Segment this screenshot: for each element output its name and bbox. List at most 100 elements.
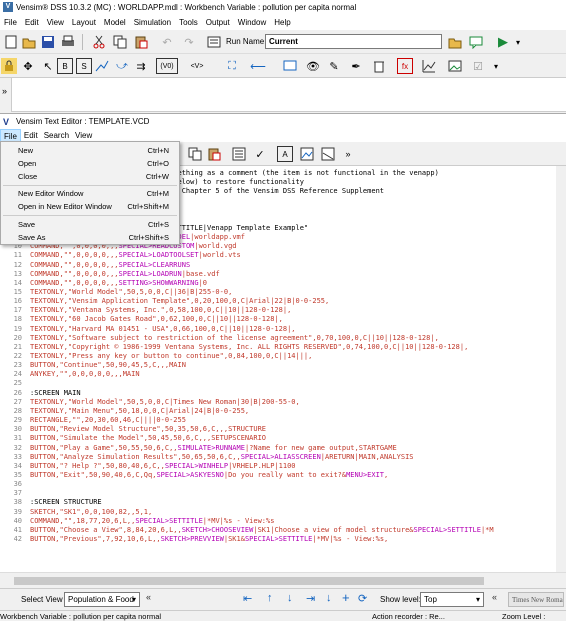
function-icon[interactable]: fx	[397, 58, 413, 74]
line-number: 38	[13, 498, 22, 507]
code-line: 31 BUTTON,"Simulate the Model",50,45,50,6…	[0, 434, 266, 443]
line-number: 11	[13, 251, 22, 260]
line-number: 18	[13, 315, 22, 324]
copy-icon[interactable]	[112, 34, 128, 50]
view-first-icon[interactable]: ⇤	[243, 592, 252, 605]
editor-more-icon[interactable]: »	[340, 146, 356, 162]
collapse-icon[interactable]: »	[2, 86, 7, 96]
code-line: 22 TEXTONLY,"Press any key or button to c…	[0, 352, 313, 361]
code-text: TEXTONLY,"Copyright © 1986-1999 Ventana …	[30, 342, 469, 351]
sketch-area[interactable]	[0, 78, 566, 112]
more-dropdown-icon[interactable]: ▾	[488, 58, 504, 74]
print-icon[interactable]	[60, 34, 76, 50]
arrow-icon[interactable]: ⤻	[114, 58, 130, 74]
box-variable-icon[interactable]: B	[57, 58, 73, 74]
rate-icon[interactable]	[94, 58, 110, 74]
delete-icon[interactable]: ⟵	[250, 58, 266, 74]
menu-item-close[interactable]: Close Ctrl+W	[1, 170, 179, 183]
main-title-bar: V Vensim® DSS 10.3.2 (MC) : WORLDAPP.mdl…	[0, 0, 566, 14]
code-text: TEXTONLY,"World Model",50,5,0,0,C|Times …	[30, 397, 300, 406]
browse-folder-icon[interactable]	[447, 34, 463, 50]
view-last-icon[interactable]: ↓	[326, 592, 332, 604]
menu-item-new-editor-window[interactable]: New Editor Window Ctrl+M	[1, 187, 179, 200]
line-number: 31	[13, 434, 22, 443]
run-dropdown-icon[interactable]: ▾	[510, 34, 526, 50]
save-icon[interactable]	[40, 34, 56, 50]
new-model-icon[interactable]	[3, 34, 19, 50]
editor-copy-icon[interactable]	[187, 146, 203, 162]
menu-file[interactable]: File	[4, 18, 17, 27]
select-view-dropdown[interactable]: Population & Food ▾	[64, 592, 140, 607]
run-name-icon[interactable]	[206, 34, 222, 50]
view-up-icon[interactable]: ↑	[267, 592, 273, 604]
menu-window[interactable]: Window	[238, 18, 266, 27]
show-level-label: Show level:	[380, 595, 421, 604]
stock-variable-icon[interactable]: S	[76, 58, 92, 74]
editor-paste-icon[interactable]	[206, 146, 222, 162]
menu-layout[interactable]: Layout	[72, 18, 96, 27]
checkbox-icon[interactable]: ☑	[470, 58, 486, 74]
undo-icon[interactable]: ↶	[159, 34, 175, 50]
lock-icon[interactable]	[1, 58, 17, 74]
vertical-scrollbar[interactable]	[556, 166, 566, 572]
move-icon[interactable]: ✥	[20, 58, 36, 74]
view-next-icon[interactable]: ⇥	[306, 592, 315, 605]
run-name-input[interactable]: Current	[265, 34, 442, 49]
editor-graph-icon[interactable]	[299, 146, 315, 162]
pointer-icon[interactable]: ↖	[40, 58, 56, 74]
sketch-toolbar: ✥ ↖ B S ⤻ ⇉ (V0) <V> ⛶ ⟵ 👁 ✎ ✒ fx ☑ ▾	[0, 54, 566, 78]
menu-simulation[interactable]: Simulation	[134, 18, 171, 27]
code-text: COMMAND,"",0,0,0,0,,,SPECIAL>LOADRUN|bas…	[30, 269, 220, 278]
code-text: :SCREEN MAIN	[30, 388, 81, 397]
rename-view-icon[interactable]: ⟳	[358, 592, 367, 605]
horizontal-scroll-thumb[interactable]	[14, 577, 484, 585]
menu-help[interactable]: Help	[274, 18, 290, 27]
main-toolbar: ↶ ↷ Run Name: Current ▶ ▾	[0, 30, 566, 54]
menu-item-new[interactable]: New Ctrl+N	[1, 144, 179, 157]
flow-icon[interactable]: ⇉	[133, 58, 149, 74]
menu-item-open[interactable]: Open Ctrl+O	[1, 157, 179, 170]
menu-tools[interactable]: Tools	[179, 18, 198, 27]
run-simulation-icon[interactable]: ▶	[495, 34, 511, 50]
view-down-icon[interactable]: ↓	[287, 592, 293, 604]
line-number: 22	[13, 352, 22, 360]
edit-pen-icon[interactable]: ✎	[326, 58, 342, 74]
status-zoom: Zoom Level :	[502, 612, 546, 621]
menu-item-save-as[interactable]: Save As Ctrl+Shift+S	[1, 231, 179, 244]
menu-edit[interactable]: Edit	[25, 18, 39, 27]
view-icon[interactable]: 👁	[305, 58, 321, 74]
input-output-icon[interactable]: <V>	[186, 58, 208, 74]
add-view-icon[interactable]: +	[342, 590, 350, 605]
image-icon[interactable]	[447, 58, 463, 74]
sketch-comment-icon[interactable]: ⛶	[224, 58, 240, 74]
code-line: 41 BUTTON,"Choose a View",8,84,20,6,L,,SK…	[0, 526, 494, 535]
menu-item-open-in-new-editor[interactable]: Open in New Editor Window Ctrl+Shift+M	[1, 200, 179, 213]
redo-icon[interactable]: ↷	[181, 34, 197, 50]
graph-icon[interactable]	[421, 58, 437, 74]
menu-item-save[interactable]: Save Ctrl+S	[1, 218, 179, 231]
line-number: 37	[13, 489, 22, 498]
editor-check-icon[interactable]: ✓	[252, 146, 268, 162]
shadow-variable-icon[interactable]: (V0)	[156, 58, 178, 74]
comment-icon[interactable]	[468, 34, 484, 50]
trash-icon[interactable]	[371, 58, 387, 74]
menu-output[interactable]: Output	[206, 18, 230, 27]
open-folder-icon[interactable]	[21, 34, 37, 50]
view-collapse-icon[interactable]: «	[146, 592, 151, 602]
code-text: COMMAND,"",0,0,0,0,,,SPECIAL>LOADTOOLSET…	[30, 251, 241, 260]
status-action-recorder: Action recorder : Re...	[372, 612, 445, 621]
editor-table-icon[interactable]	[320, 146, 336, 162]
horizontal-scrollbar[interactable]	[0, 572, 566, 588]
show-level-dropdown[interactable]: Top ▾	[420, 592, 484, 607]
editor-font-icon[interactable]: A	[277, 146, 293, 162]
paste-icon[interactable]	[133, 34, 149, 50]
cut-icon[interactable]	[91, 34, 107, 50]
editor-find-icon[interactable]	[231, 146, 247, 162]
code-text: COMMAND,"",0,0,0,0,,,SETTING>SHOWWARNING…	[30, 278, 208, 287]
font-collapse-icon[interactable]: «	[492, 592, 497, 602]
menu-model[interactable]: Model	[104, 18, 126, 27]
marker-icon[interactable]: ✒	[348, 58, 364, 74]
font-name-box[interactable]: Times New Roma	[508, 592, 564, 607]
menu-view[interactable]: View	[47, 18, 64, 27]
equation-icon[interactable]	[282, 58, 298, 74]
